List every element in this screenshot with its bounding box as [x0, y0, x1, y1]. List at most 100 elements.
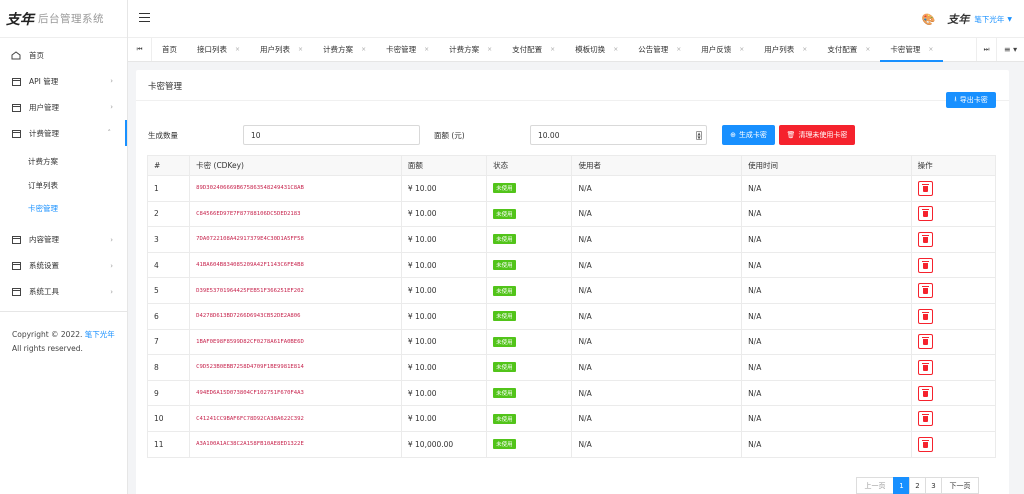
- id-cell: 3: [147, 226, 191, 253]
- page-button-2[interactable]: 2: [909, 477, 926, 494]
- delete-button[interactable]: [917, 385, 933, 401]
- tab-list: 首页 接口列表 × 用户列表 × 计费方案 × 卡密管理 × 计费方案 × 支付配置 × 模板切换 × 公告管…: [152, 38, 976, 62]
- tab-item[interactable]: 公告管理 ×: [628, 38, 691, 61]
- submenu-item-orders[interactable]: 订单列表: [0, 174, 127, 198]
- tab-scroll-left-icon[interactable]: ⏮: [128, 38, 152, 61]
- page-title: 卡密管理: [148, 82, 183, 92]
- amount-cell: ¥ 10,000.00: [401, 431, 488, 458]
- close-icon[interactable]: ×: [613, 46, 618, 53]
- close-icon[interactable]: ×: [235, 46, 240, 53]
- generate-button[interactable]: ⊕ 生成卡密: [722, 125, 775, 145]
- cdkey-cell: C84566ED97E7F87788106DC5DED2183: [189, 201, 402, 228]
- id-cell: 4: [147, 252, 191, 279]
- gen-count-input[interactable]: 10: [243, 125, 420, 145]
- tab-item[interactable]: 用户列表 ×: [250, 38, 313, 61]
- tab-item[interactable]: 计费方案 ×: [313, 38, 376, 61]
- prev-page-button[interactable]: 上一页: [856, 477, 894, 494]
- close-icon[interactable]: ×: [928, 46, 933, 53]
- delete-button[interactable]: [917, 359, 933, 375]
- sidebar-item-billing[interactable]: 计费管理 ˄: [0, 120, 127, 146]
- copyright-link[interactable]: 笔下光年: [85, 330, 115, 339]
- next-page-button[interactable]: 下一页: [941, 477, 979, 494]
- tab-label: 支付配置: [827, 45, 858, 54]
- status-cell: 未使用: [486, 354, 573, 381]
- table-row: 7 1BAF0E98F8599D82CF0278A61FA0BE6D ¥ 10.00…: [147, 329, 997, 356]
- trash-icon: [921, 337, 929, 346]
- logo-mark: 支年: [6, 11, 34, 28]
- tab-item[interactable]: 模板切换 ×: [565, 38, 628, 61]
- close-icon[interactable]: ×: [298, 46, 303, 53]
- app-title: 后台管理系统: [38, 13, 104, 25]
- user-cell: N/A: [571, 277, 743, 304]
- brand-logo[interactable]: 支年 后台管理系统: [0, 0, 127, 38]
- time-cell: N/A: [741, 252, 912, 279]
- close-icon[interactable]: ×: [802, 46, 807, 53]
- delete-button[interactable]: [917, 334, 933, 350]
- amount-cell: ¥ 10.00: [401, 252, 488, 279]
- action-cell: [911, 303, 997, 330]
- delete-button[interactable]: [917, 180, 933, 196]
- action-cell: [911, 252, 997, 279]
- close-icon[interactable]: ×: [424, 46, 429, 53]
- time-cell: N/A: [741, 405, 912, 432]
- cdkey-cell: 1BAF0E98F8599D82CF0278A61FA0BE6D: [189, 329, 402, 356]
- close-icon[interactable]: ×: [676, 46, 681, 53]
- chevron-right-icon: ›: [110, 261, 113, 270]
- tab-item[interactable]: 支付配置 ×: [502, 38, 565, 61]
- status-badge: 未使用: [493, 336, 516, 347]
- time-cell: N/A: [741, 226, 912, 253]
- tab-item[interactable]: 接口列表 ×: [187, 38, 250, 61]
- user-cell: N/A: [571, 252, 743, 279]
- tab-item[interactable]: 支付配置 ×: [817, 38, 880, 61]
- sidebar-item-settings[interactable]: 系统设置 ›: [0, 253, 127, 279]
- submenu-item-plans[interactable]: 计费方案: [0, 150, 127, 174]
- number-spinner-icon[interactable]: ▲ ▼: [696, 131, 702, 140]
- menu-toggle-icon[interactable]: [139, 13, 150, 24]
- submenu-item-cdkeys[interactable]: 卡密管理: [0, 197, 127, 221]
- delete-button[interactable]: [917, 231, 933, 247]
- delete-button[interactable]: [917, 283, 933, 299]
- status-badge: 未使用: [493, 362, 516, 373]
- sidebar-item-api[interactable]: API 管理 ›: [0, 68, 127, 94]
- close-icon[interactable]: ×: [361, 46, 366, 53]
- tab-menu-icon[interactable]: ≡ ▾: [996, 38, 1024, 61]
- close-icon[interactable]: ×: [487, 46, 492, 53]
- delete-button[interactable]: [917, 206, 933, 222]
- user-cell: N/A: [571, 380, 743, 407]
- sidebar-item-home[interactable]: 首页: [0, 42, 127, 68]
- caret-down-icon[interactable]: ▼: [1007, 16, 1012, 23]
- status-badge: 未使用: [493, 285, 516, 296]
- tab-item[interactable]: 卡密管理 ×: [376, 38, 439, 61]
- tab-item[interactable]: 用户列表 ×: [754, 38, 817, 61]
- sidebar-item-tools[interactable]: 系统工具 ›: [0, 279, 127, 305]
- export-button[interactable]: ⭳ 导出卡密: [946, 92, 996, 108]
- delete-button[interactable]: [917, 308, 933, 324]
- close-icon[interactable]: ×: [550, 46, 555, 53]
- palette-icon[interactable]: 🎨: [922, 13, 936, 26]
- status-cell: 未使用: [486, 431, 573, 458]
- username[interactable]: 笔下光年: [974, 14, 1004, 25]
- page-button-1[interactable]: 1: [893, 477, 910, 494]
- sidebar-item-content[interactable]: 内容管理 ›: [0, 227, 127, 253]
- close-icon[interactable]: ×: [865, 46, 870, 53]
- clean-unused-button[interactable]: 🗑 清理未使用卡密: [779, 125, 855, 145]
- tab-item[interactable]: 卡密管理 ×: [880, 38, 944, 62]
- delete-button[interactable]: [917, 257, 933, 273]
- tab-item[interactable]: 计费方案 ×: [439, 38, 502, 61]
- id-cell: 11: [147, 431, 191, 458]
- amount-input[interactable]: 10.00 ▲ ▼: [530, 125, 707, 145]
- avatar[interactable]: 支年: [947, 11, 969, 27]
- page-button-3[interactable]: 3: [925, 477, 942, 494]
- trash-icon: [921, 286, 929, 295]
- tab-item[interactable]: 用户反馈 ×: [691, 38, 754, 61]
- tab-item[interactable]: 首页: [152, 38, 187, 61]
- delete-button[interactable]: [917, 411, 933, 427]
- delete-button[interactable]: [917, 436, 933, 452]
- clean-label: 清理未使用卡密: [798, 131, 848, 139]
- table-row: 2 C84566ED97E7F87788106DC5DED2183 ¥ 10.00 未…: [147, 201, 997, 228]
- close-icon[interactable]: ×: [739, 46, 744, 53]
- tab-label: 接口列表: [197, 45, 227, 54]
- tab-scroll-right-icon[interactable]: ⏭: [976, 38, 996, 61]
- sidebar-item-users[interactable]: 用户管理 ›: [0, 94, 127, 120]
- user-cell: N/A: [571, 201, 743, 228]
